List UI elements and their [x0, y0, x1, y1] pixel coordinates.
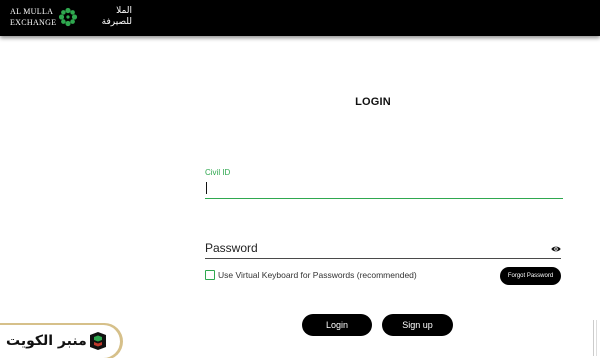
brand-name-arabic: الملا للصيرفة: [80, 6, 132, 28]
flower-logo-icon: [58, 7, 78, 27]
page-title: LOGIN: [355, 96, 391, 108]
signup-button[interactable]: Sign up: [382, 314, 453, 336]
eye-icon[interactable]: [551, 245, 561, 253]
password-field[interactable]: [205, 238, 561, 259]
brand-name-en-line2: EXCHANGE: [10, 18, 57, 27]
scroll-corner-icon: [593, 320, 597, 356]
civil-id-field[interactable]: [205, 178, 563, 199]
virtual-keyboard-label[interactable]: Use Virtual Keyboard for Passwords (reco…: [218, 270, 417, 280]
top-navigation-bar: AL MULLA EXCHANGE الملا للصيرفة: [0, 0, 600, 36]
brand-name-ar-line2: للصيرفة: [101, 17, 132, 27]
brand-name-en-line1: AL MULLA: [10, 7, 54, 16]
watermark-badge: منبر الكويت: [0, 325, 120, 358]
civil-id-label: Civil ID: [205, 168, 231, 177]
brand-name-ar-line1: الملا: [116, 6, 132, 16]
watermark-text: منبر الكويت: [6, 333, 87, 349]
login-button[interactable]: Login: [302, 314, 372, 336]
virtual-keyboard-checkbox[interactable]: [205, 270, 215, 280]
text-cursor: [206, 182, 207, 194]
kuwait-forum-logo-icon: [90, 332, 106, 350]
brand-name-english: AL MULLA EXCHANGE: [10, 6, 56, 28]
forgot-password-button[interactable]: Forgot Password: [500, 267, 561, 285]
